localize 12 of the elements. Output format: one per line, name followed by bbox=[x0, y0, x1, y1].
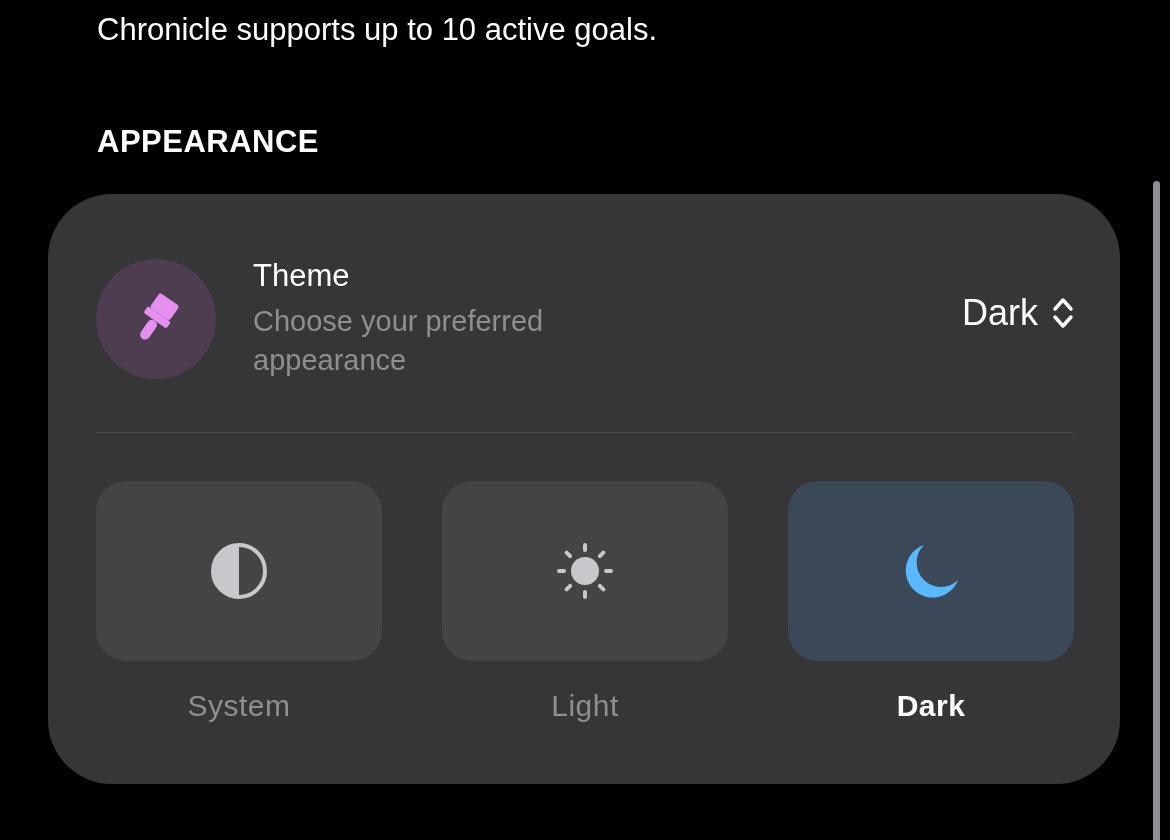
option-label: Light bbox=[551, 689, 619, 723]
half-circle-icon bbox=[210, 542, 268, 600]
setting-description: Choose your preferred appearance bbox=[253, 304, 545, 378]
option-label: System bbox=[187, 689, 291, 723]
section-heading: APPEARANCE bbox=[97, 124, 320, 160]
theme-option[interactable] bbox=[96, 481, 382, 661]
setting-title: Theme bbox=[253, 258, 351, 294]
chevron-up-down-icon bbox=[1052, 296, 1074, 330]
info-text: Chronicle supports up to 10 active goals. bbox=[97, 12, 658, 48]
theme-picker[interactable]: Dark bbox=[962, 292, 1074, 334]
sun-icon bbox=[554, 540, 616, 602]
option-label: Dark bbox=[896, 689, 966, 723]
